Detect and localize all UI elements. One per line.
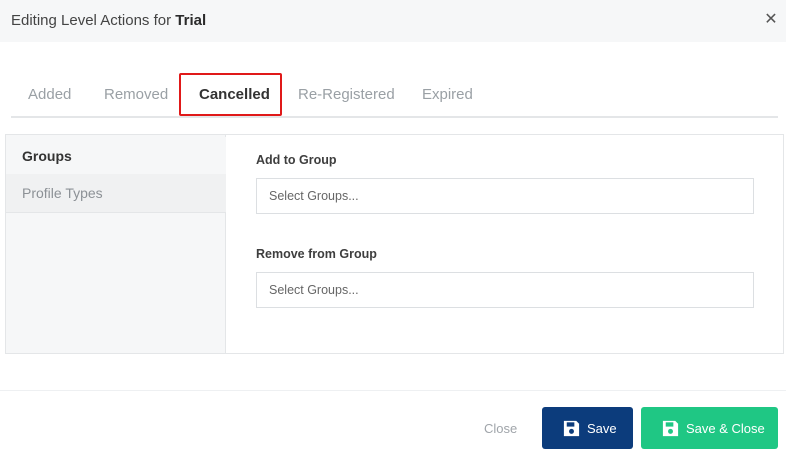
close-icon[interactable]: ✕ [764, 11, 778, 29]
floppy-disk-icon [563, 420, 580, 436]
remove-from-group-select[interactable]: Select Groups... [256, 272, 754, 308]
active-tab-highlight [179, 73, 282, 116]
add-to-group-label: Add to Group [256, 153, 337, 167]
close-button[interactable]: Close [484, 421, 517, 436]
tab-added[interactable]: Added [28, 86, 71, 103]
tab-re-registered[interactable]: Re-Registered [298, 86, 395, 103]
remove-from-group-label: Remove from Group [256, 247, 377, 261]
tab-expired[interactable]: Expired [422, 86, 473, 103]
save-button-label: Save [587, 420, 617, 436]
sidebar-item-profile-types[interactable]: Profile Types [6, 174, 226, 213]
save-and-close-button[interactable]: Save & Close [641, 407, 778, 449]
floppy-disk-icon [662, 420, 679, 436]
modal-title-level: Trial [175, 12, 207, 29]
add-to-group-select[interactable]: Select Groups... [256, 178, 754, 214]
save-button[interactable]: Save [542, 407, 633, 449]
tab-removed[interactable]: Removed [104, 86, 168, 103]
modal-title-prefix: Editing Level Actions for [11, 12, 176, 29]
sidebar-item-groups[interactable]: Groups [6, 137, 226, 176]
tab-bar: Added Removed Cancelled Re-Registered Ex… [11, 72, 778, 118]
save-and-close-button-label: Save & Close [686, 420, 765, 436]
actions-panel: Groups Profile Types Add to Group Select… [5, 134, 784, 354]
sidebar: Groups Profile Types [6, 135, 226, 353]
modal-header: Editing Level Actions for Trial ✕ [0, 0, 786, 42]
modal-title: Editing Level Actions for Trial [11, 12, 206, 29]
footer-divider [0, 390, 786, 391]
